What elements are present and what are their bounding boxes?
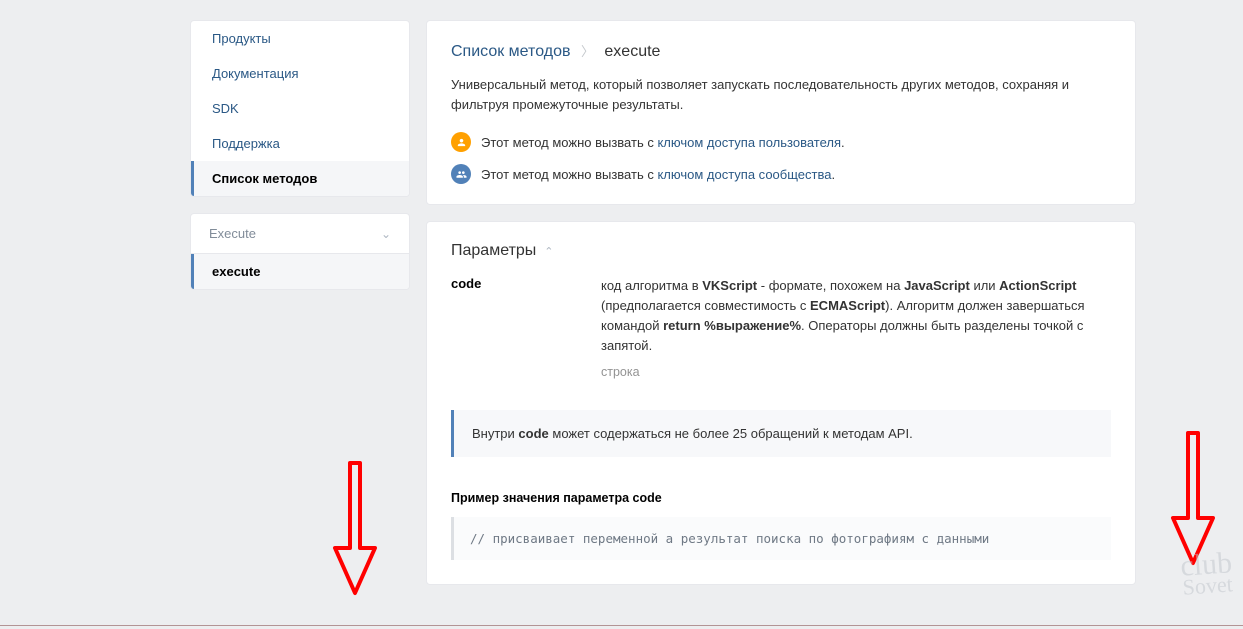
code-example: // присваивает переменной a результат по… <box>451 517 1111 560</box>
sidebar: Продукты Документация SDK Поддержка Спис… <box>190 20 410 601</box>
sidebar-item-execute[interactable]: execute <box>191 254 409 289</box>
params-section-header[interactable]: Параметры ⌃ <box>427 222 1135 276</box>
user-icon <box>451 132 471 152</box>
params-card: Параметры ⌃ code код алгоритма в VKScrip… <box>426 221 1136 585</box>
sidebar-item-support[interactable]: Поддержка <box>191 126 409 161</box>
access-user: Этот метод можно вызвать с ключом доступ… <box>451 132 1111 152</box>
breadcrumb-leaf: execute <box>604 43 660 60</box>
example-title: Пример значения параметра code <box>427 457 1135 517</box>
api-limit-note: Внутри code может содержаться не более 2… <box>451 410 1111 457</box>
params-title: Параметры <box>451 242 536 260</box>
access-community-link[interactable]: ключом доступа сообщества <box>657 167 831 182</box>
chevron-right-icon: 〉 <box>581 44 594 59</box>
param-type: строка <box>601 363 1111 382</box>
community-icon <box>451 164 471 184</box>
breadcrumb: Список методов 〉 execute <box>451 41 1111 61</box>
access-community-prefix: Этот метод можно вызвать с <box>481 167 657 182</box>
chevron-down-icon: ⌄ <box>381 227 391 241</box>
sidebar-item-sdk[interactable]: SDK <box>191 91 409 126</box>
main-content: Список методов 〉 execute Универсальный м… <box>426 20 1136 601</box>
param-description: код алгоритма в VKScript - формате, похо… <box>601 276 1111 382</box>
sidebar-nav: Продукты Документация SDK Поддержка Спис… <box>190 20 410 197</box>
breadcrumb-root[interactable]: Список методов <box>451 43 570 60</box>
param-row-code: code код алгоритма в VKScript - формате,… <box>427 276 1135 402</box>
access-community: Этот метод можно вызвать с ключом доступ… <box>451 164 1111 184</box>
method-description: Универсальный метод, который позволяет з… <box>451 75 1111 114</box>
sidebar-method-group: Execute ⌄ execute <box>190 213 410 290</box>
access-user-link[interactable]: ключом доступа пользователя <box>657 135 841 150</box>
method-header-card: Список методов 〉 execute Универсальный м… <box>426 20 1136 205</box>
divider <box>0 625 1243 626</box>
sidebar-item-products[interactable]: Продукты <box>191 21 409 56</box>
access-user-prefix: Этот метод можно вызвать с <box>481 135 657 150</box>
sidebar-item-docs[interactable]: Документация <box>191 56 409 91</box>
param-name: code <box>451 276 561 382</box>
sidebar-item-methods[interactable]: Список методов <box>191 161 409 196</box>
method-group-dropdown[interactable]: Execute ⌄ <box>191 214 409 254</box>
method-group-label: Execute <box>209 226 256 241</box>
collapse-icon: ⌃ <box>544 245 553 258</box>
